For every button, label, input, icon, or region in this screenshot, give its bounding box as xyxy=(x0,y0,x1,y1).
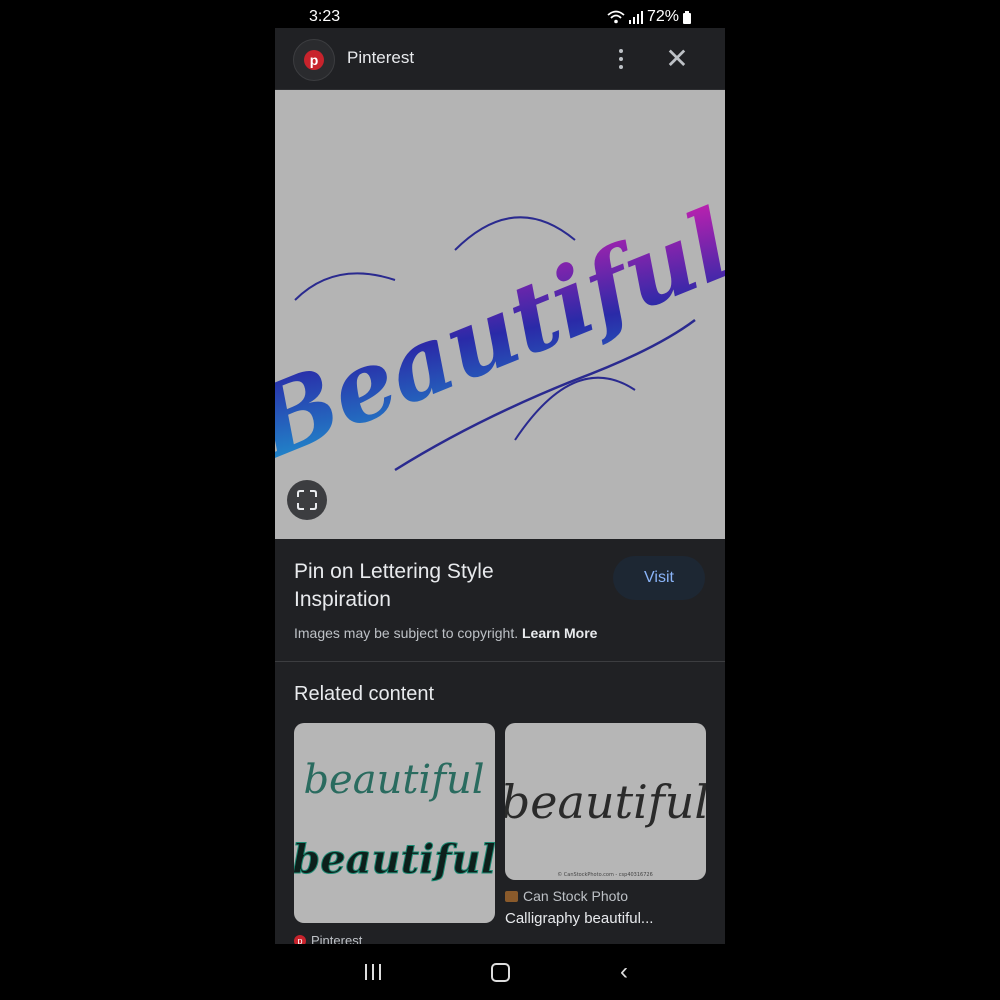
signal-icon xyxy=(628,10,643,24)
wifi-icon xyxy=(607,10,625,24)
card2-title[interactable]: Calligraphy beautiful... xyxy=(505,910,653,927)
hero-image-text: Beautiful xyxy=(275,187,725,481)
android-nav-bar: ‹ xyxy=(275,944,725,1000)
copyright-notice: Images may be subject to copyright. Lear… xyxy=(294,625,597,641)
source-name: Pinterest xyxy=(347,48,415,67)
lens-icon[interactable] xyxy=(287,480,327,520)
related-card-1[interactable]: beautiful beautiful xyxy=(294,723,495,923)
pinterest-small-icon: p xyxy=(294,934,306,944)
home-icon[interactable] xyxy=(491,963,510,982)
learn-more-link[interactable]: Learn More xyxy=(522,625,597,641)
visit-button[interactable]: Visit xyxy=(613,556,705,600)
recent-apps-icon[interactable] xyxy=(365,964,381,980)
card1-image-text-top: beautiful xyxy=(303,757,484,803)
related-content-heading: Related content xyxy=(294,683,435,705)
card2-source-name: Can Stock Photo xyxy=(523,888,629,904)
related-card-2[interactable]: beautiful © CanStockPhoto.com - csp40316… xyxy=(505,723,706,880)
back-icon[interactable]: ‹ xyxy=(620,958,628,986)
close-icon[interactable]: ✕ xyxy=(661,42,693,74)
result-title: Pin on Lettering Style Inspiration xyxy=(294,560,494,611)
battery-icon xyxy=(683,10,691,24)
image-viewer-panel: p Pinterest ✕ Beautiful Pin on Lettering… xyxy=(275,28,725,944)
main-image[interactable]: Beautiful xyxy=(275,90,725,539)
beautiful-lettering-image: Beautiful xyxy=(275,187,725,481)
card2-image-text: beautiful xyxy=(505,775,706,829)
status-bar: 3:23 72% xyxy=(275,0,725,30)
divider xyxy=(275,661,725,662)
status-icons: 72% xyxy=(607,8,691,26)
card2-watermark: © CanStockPhoto.com - csp40316726 xyxy=(557,871,653,878)
card1-source-name: Pinterest xyxy=(311,933,363,944)
viewer-header: p Pinterest ✕ xyxy=(275,28,725,90)
pinterest-logo-icon: p xyxy=(293,39,335,81)
card2-source: Can Stock Photo xyxy=(505,888,628,904)
battery-percent: 72% xyxy=(646,8,679,25)
related-image-2: beautiful © CanStockPhoto.com - csp40316… xyxy=(505,775,706,878)
can-stock-photo-icon xyxy=(505,890,518,902)
status-time: 3:23 xyxy=(309,8,341,25)
card1-source: p Pinterest xyxy=(294,933,362,944)
card1-image-text-bottom: beautiful xyxy=(294,836,495,883)
copyright-text: Images may be subject to copyright. xyxy=(294,625,519,641)
more-options-icon[interactable] xyxy=(609,42,633,76)
related-image-1: beautiful beautiful xyxy=(294,757,495,884)
